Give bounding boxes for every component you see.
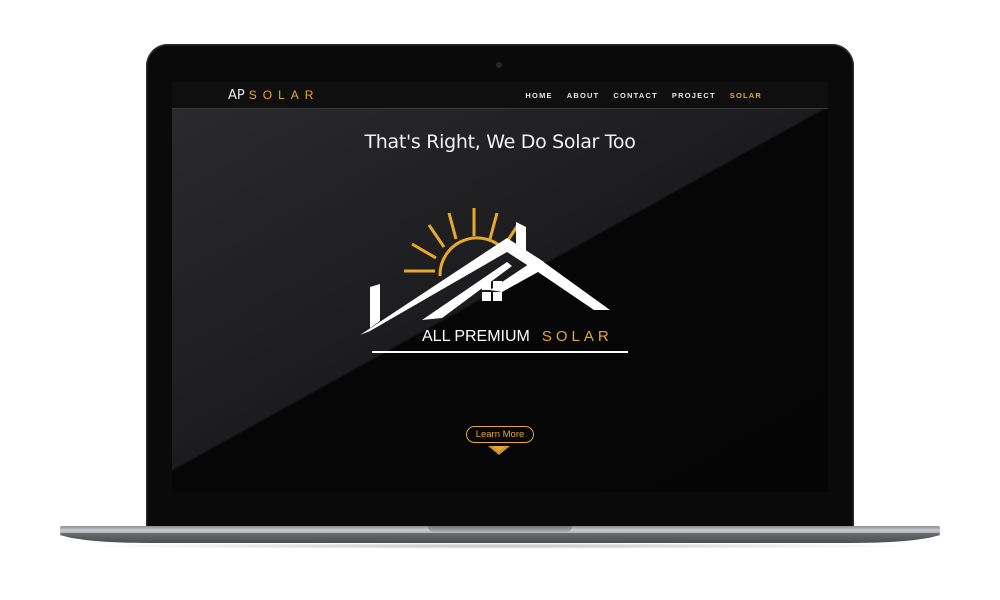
brand-underline: [372, 351, 628, 353]
nav-link-home[interactable]: HOME: [525, 91, 552, 100]
nav-links: HOME ABOUT CONTACT PROJECT SOLAR: [525, 91, 762, 100]
site-logo[interactable]: AP SOLAR: [228, 87, 319, 103]
camera-icon: [496, 62, 502, 68]
brand-all-premium: ALL PREMIUM: [422, 328, 530, 345]
top-navigation: AP SOLAR HOME ABOUT CONTACT PROJECT SOLA…: [172, 82, 828, 109]
nav-link-project[interactable]: PROJECT: [672, 91, 716, 100]
logo-solar-text: SOLAR: [248, 88, 320, 102]
nav-link-contact[interactable]: CONTACT: [613, 91, 658, 100]
nav-link-about[interactable]: ABOUT: [567, 91, 600, 100]
brand-name: ALL PREMIUM SOLAR: [422, 328, 613, 346]
brand-logo: ALL PREMIUM SOLAR: [352, 200, 652, 360]
brand-solar: SOLAR: [541, 328, 613, 345]
website-screen: AP SOLAR HOME ABOUT CONTACT PROJECT SOLA…: [172, 82, 828, 492]
chevron-down-icon[interactable]: [488, 446, 510, 456]
hero-headline: That's Right, We Do Solar Too: [364, 131, 636, 153]
laptop-base: [60, 533, 940, 543]
laptop-shadow: [80, 543, 920, 549]
logo-ap-text: AP: [228, 87, 245, 103]
sun-icon: [404, 208, 520, 277]
learn-more-button[interactable]: Learn More: [466, 426, 534, 443]
laptop-hinge-notch: [428, 526, 572, 532]
nav-link-solar[interactable]: SOLAR: [730, 91, 762, 100]
